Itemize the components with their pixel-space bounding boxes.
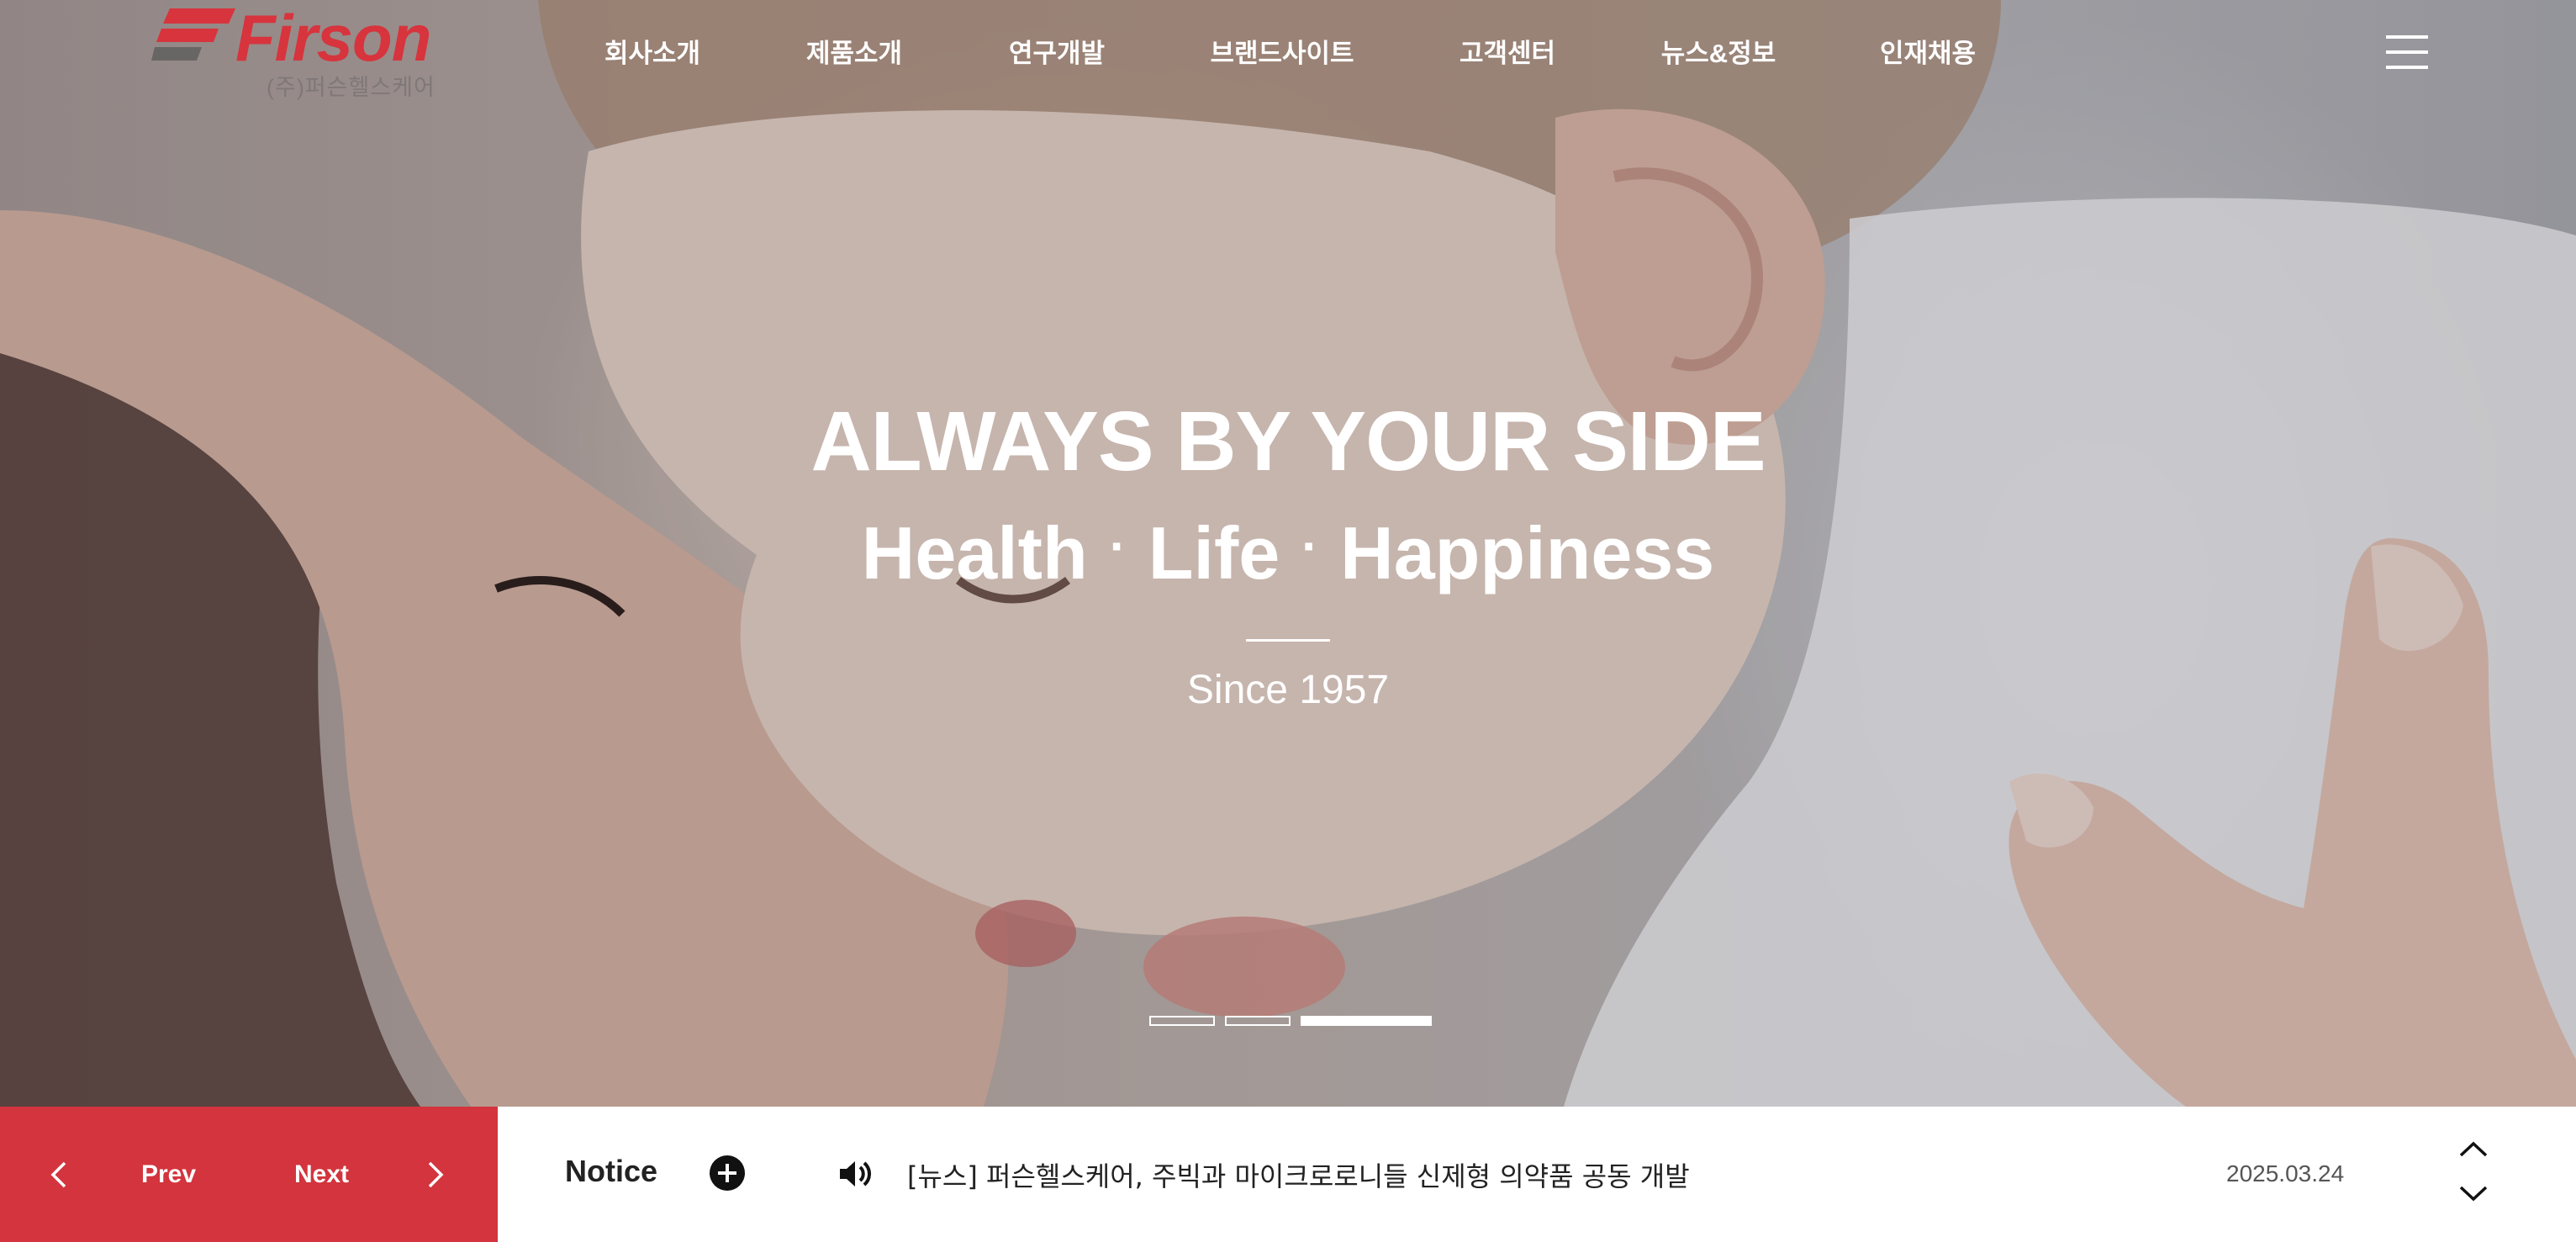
next-button[interactable]: Next	[294, 1107, 349, 1242]
chevron-right-icon	[428, 1161, 444, 1187]
main-navigation: 회사소개 제품소개 연구개발 브랜드사이트 고객센터 뉴스&정보 인재채용	[0, 32, 2576, 74]
separator-dot: ·	[1301, 518, 1319, 574]
prev-button[interactable]: Prev	[141, 1107, 196, 1242]
prev-label: Prev	[141, 1160, 197, 1188]
notice-bar: Notice [뉴스] 퍼슨헬스케어, 주빅과 마이크로로니들 신제형 의약품 …	[498, 1107, 2576, 1242]
nav-item-products[interactable]: 제품소개	[806, 32, 902, 70]
plus-circle-icon[interactable]	[710, 1155, 745, 1191]
slide-indicator-2[interactable]	[1225, 1016, 1291, 1026]
nav-item-careers[interactable]: 인재채용	[1880, 32, 1976, 70]
slide-controls: Prev Next	[0, 1107, 498, 1242]
hero-headline: ALWAYS BY YOUR SIDE	[810, 394, 1766, 489]
hero-subline: Health · Life · Happiness	[0, 496, 2576, 604]
nav-item-brand-site[interactable]: 브랜드사이트	[1210, 32, 1354, 70]
next-arrow-button[interactable]	[427, 1107, 444, 1242]
notice-title: Notice	[565, 1154, 658, 1188]
hero-word-life: Life	[1148, 511, 1280, 595]
hero-word-happiness: Happiness	[1340, 511, 1715, 595]
nav-item-company[interactable]: 회사소개	[604, 32, 700, 70]
nav-item-research[interactable]: 연구개발	[1009, 32, 1105, 70]
hero-divider	[1246, 639, 1330, 642]
speaker-icon	[840, 1161, 871, 1187]
hamburger-icon[interactable]	[2386, 34, 2428, 71]
hero-text: ALWAYS BY YOUR SIDE Health · Life · Happines…	[0, 387, 2576, 713]
chevron-down-icon[interactable]	[2457, 1182, 2490, 1208]
prev-arrow-button[interactable]	[50, 1107, 67, 1242]
hero-word-health: Health	[861, 511, 1088, 595]
notice-date: 2025.03.24	[2226, 1160, 2345, 1187]
slide-indicator-3[interactable]	[1301, 1016, 1432, 1026]
separator-dot: ·	[1109, 518, 1127, 574]
nav-item-customer-center[interactable]: 고객센터	[1460, 32, 1555, 70]
chevron-left-icon	[50, 1161, 66, 1187]
notice-headline-link[interactable]: [뉴스] 퍼슨헬스케어, 주빅과 마이크로로니들 신제형 의약품 공동 개발	[907, 1155, 1690, 1194]
hero-since: Since 1957	[1186, 668, 1390, 712]
chevron-up-icon[interactable]	[2457, 1135, 2490, 1160]
next-label: Next	[294, 1160, 350, 1188]
nav-item-news[interactable]: 뉴스&정보	[1661, 32, 1776, 70]
slide-indicator-1[interactable]	[1149, 1016, 1215, 1026]
